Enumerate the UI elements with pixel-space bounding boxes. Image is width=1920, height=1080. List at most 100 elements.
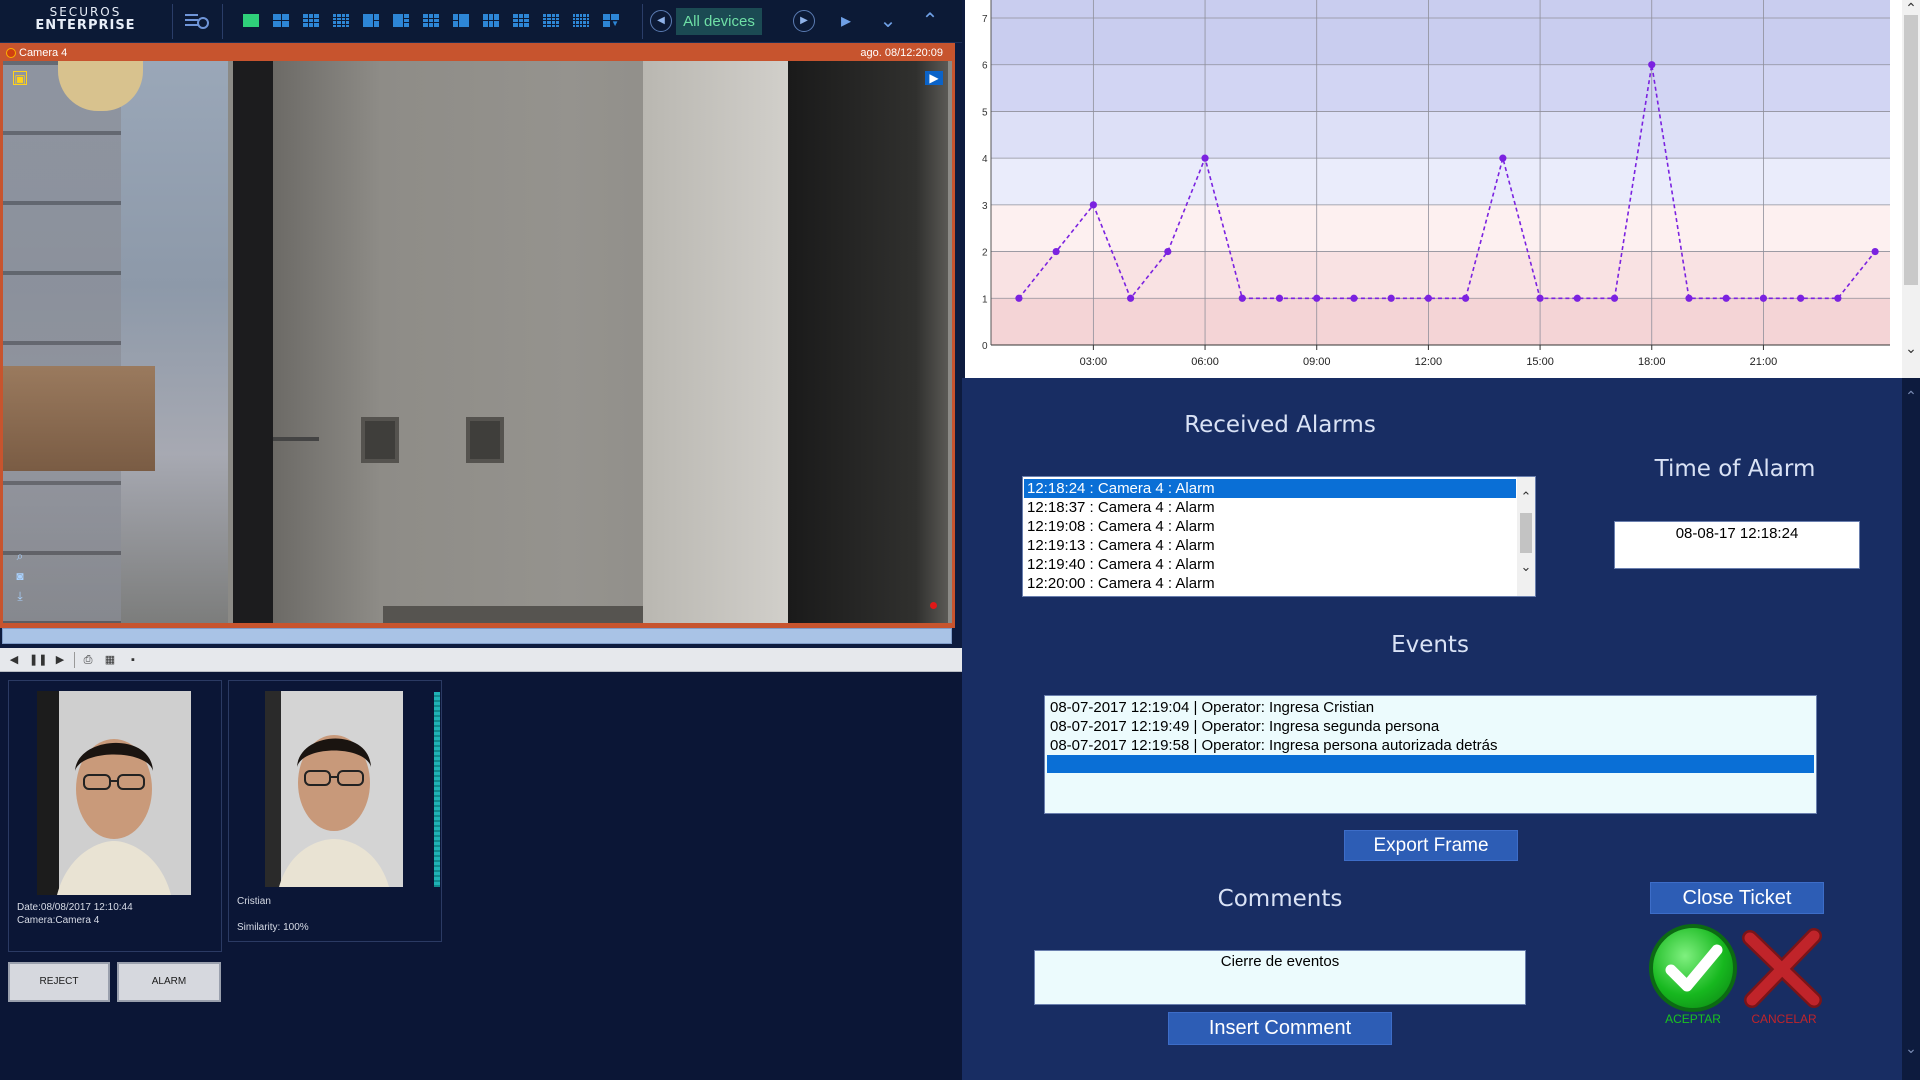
chart-band	[991, 111, 1890, 159]
event-selected-row[interactable]	[1047, 755, 1814, 773]
scroll-thumb[interactable]	[1904, 15, 1918, 285]
detected-face-card[interactable]: Date:08/08/2017 12:10:44 Camera:Camera 4	[8, 680, 222, 952]
layout-5x4-icon[interactable]	[572, 13, 590, 28]
event-list-item[interactable]: 08-07-2017 12:19:58 | Operator: Ingresa …	[1047, 736, 1814, 755]
camera-timeline[interactable]	[2, 628, 952, 644]
alarm-list-item[interactable]: 12:19:08 : Camera 4 : Alarm	[1024, 517, 1516, 536]
received-alarms-list[interactable]: 12:18:24 : Camera 4 : Alarm 12:18:37 : Ca…	[1022, 476, 1536, 597]
film-icon[interactable]: ▦	[102, 652, 118, 668]
step-back-icon[interactable]: ◀	[6, 652, 22, 668]
y-tick-label: 5	[982, 107, 988, 118]
similarity-bar	[434, 692, 440, 887]
layout-4x4-icon[interactable]	[332, 13, 350, 28]
event-list-item[interactable]: 08-07-2017 12:19:49 | Operator: Ingresa …	[1047, 717, 1814, 736]
scroll-down-icon[interactable]: ⌄	[1517, 559, 1535, 575]
camera-window[interactable]: Camera 4 ago. 08/12:20:09 ▣ ▶ ⌕ ◙ ⤓	[0, 43, 955, 628]
export-frame-button[interactable]: Export Frame	[1344, 830, 1518, 861]
layout-1plus3-icon[interactable]	[362, 13, 380, 28]
comments-field[interactable]: Cierre de eventos	[1034, 950, 1526, 1005]
event-list-item[interactable]: 08-07-2017 12:19:04 | Operator: Ingresa …	[1047, 698, 1814, 717]
data-point	[1536, 294, 1544, 302]
save-icon[interactable]: ▪	[125, 652, 141, 668]
alarm-list-item[interactable]: 12:20:00 : Camera 4 : Alarm	[1024, 574, 1516, 593]
scroll-thumb[interactable]	[1520, 513, 1532, 553]
brand-line2: ENTERPRISE	[35, 18, 136, 33]
alarm-chart: 0 1 2 3 4 5 6 7 03:00 06:00 09:00 12:00 15:00 18:00 21…	[982, 0, 1890, 368]
scene-shelf	[3, 61, 121, 623]
zoom-icon[interactable]: ⌕	[13, 549, 27, 563]
scene-floor	[383, 606, 643, 623]
chart-band	[991, 251, 1890, 299]
scroll-up-icon[interactable]: ⌃	[1902, 388, 1920, 405]
time-of-alarm-field[interactable]: 08-08-17 12:18:24	[1614, 521, 1860, 569]
cancel-icon[interactable]	[1740, 924, 1828, 1012]
layout-1plus5-icon[interactable]	[392, 13, 410, 28]
pause-icon[interactable]: ❚❚	[29, 652, 47, 668]
accept-label: ACEPTAR	[1665, 1012, 1721, 1026]
camera-timestamp: ago. 08/12:20:09	[860, 47, 943, 59]
chart-band	[991, 158, 1890, 205]
scene-door	[233, 61, 275, 623]
all-devices-selector[interactable]: All devices	[676, 8, 762, 35]
y-tick-label: 2	[982, 248, 988, 259]
panel-scrollbar[interactable]: ⌃ ⌄	[1902, 378, 1920, 1080]
layout-dropdown-icon[interactable]: ▼	[602, 13, 620, 28]
data-point	[1350, 294, 1358, 302]
time-of-alarm-heading: Time of Alarm	[1654, 456, 1816, 482]
layout-4x4-b-icon[interactable]	[542, 13, 560, 28]
y-tick-label: 7	[982, 14, 988, 25]
detected-face-image	[37, 691, 191, 895]
scroll-down-icon[interactable]: ⌄	[1902, 1040, 1920, 1057]
matched-similarity: Similarity: 100%	[237, 922, 309, 933]
chart-scrollbar[interactable]: ⌃ ⌄	[1902, 0, 1920, 378]
close-ticket-button[interactable]: Close Ticket	[1650, 882, 1824, 914]
alarm-button[interactable]: ALARM	[117, 962, 221, 1002]
x-tick-label: 12:00	[1415, 356, 1443, 368]
events-list[interactable]: 08-07-2017 12:19:04 | Operator: Ingresa …	[1044, 695, 1817, 814]
matched-face-image	[265, 691, 403, 887]
export-icon[interactable]: ⤓	[13, 589, 27, 603]
layout-3x3-icon[interactable]	[302, 13, 320, 28]
layout-3x3-b-icon[interactable]	[512, 13, 530, 28]
alarm-list-scrollbar[interactable]: ⌃ ⌄	[1517, 477, 1535, 596]
data-point	[1126, 294, 1135, 302]
cancel-label: CANCELAR	[1751, 1012, 1817, 1026]
layout-2x2-icon[interactable]	[272, 13, 290, 28]
reject-button[interactable]: REJECT	[8, 962, 110, 1002]
scroll-up-icon[interactable]: ⌃	[1517, 489, 1535, 505]
print-icon[interactable]: ⎙	[80, 652, 96, 668]
scroll-down-icon[interactable]: ⌄	[1902, 340, 1920, 357]
play-arrow-icon[interactable]: ▸	[832, 8, 860, 34]
alarm-list-item[interactable]: 12:18:37 : Camera 4 : Alarm	[1024, 498, 1516, 517]
layout-3x3-alt-icon[interactable]	[422, 13, 440, 28]
step-forward-icon[interactable]: ▶	[52, 652, 68, 668]
data-point	[1424, 294, 1433, 302]
camera-list-icon[interactable]	[184, 10, 210, 32]
alarm-list-item[interactable]: 12:18:24 : Camera 4 : Alarm	[1024, 479, 1516, 498]
scene-dark-door	[788, 61, 948, 623]
detected-camera: Camera:Camera 4	[17, 915, 100, 926]
chevron-up-icon[interactable]: ⌃	[916, 8, 944, 34]
alarm-list-item[interactable]: 12:19:40 : Camera 4 : Alarm	[1024, 555, 1516, 574]
layout-3x2-icon[interactable]	[482, 13, 500, 28]
next-device-icon[interactable]: ▶	[793, 10, 815, 32]
detected-date: Date:08/08/2017 12:10:44	[17, 902, 133, 913]
insert-comment-button[interactable]: Insert Comment	[1168, 1012, 1392, 1045]
chevron-down-icon[interactable]: ⌄	[874, 8, 902, 34]
accept-icon[interactable]	[1649, 924, 1737, 1012]
alarm-list-item[interactable]: 12:19:13 : Camera 4 : Alarm	[1024, 536, 1516, 555]
camera-ptz-icon[interactable]: ◙	[13, 569, 27, 583]
matched-face-card[interactable]: Cristian Similarity: 100%	[228, 680, 442, 942]
layout-1x1-icon[interactable]	[242, 13, 260, 28]
layout-2plus1-icon[interactable]	[452, 13, 470, 28]
previous-device-icon[interactable]: ◀	[650, 10, 672, 32]
data-point	[1834, 294, 1842, 302]
playback-icon[interactable]: ▶	[925, 71, 943, 85]
data-point	[1313, 294, 1321, 302]
scene-switch	[361, 417, 399, 463]
y-tick-label: 4	[982, 154, 988, 165]
scene-handle	[273, 437, 319, 441]
chart-band	[991, 64, 1890, 112]
snapshot-icon[interactable]: ▣	[13, 71, 27, 86]
camera-video[interactable]: ▣ ▶ ⌕ ◙ ⤓	[3, 61, 952, 623]
